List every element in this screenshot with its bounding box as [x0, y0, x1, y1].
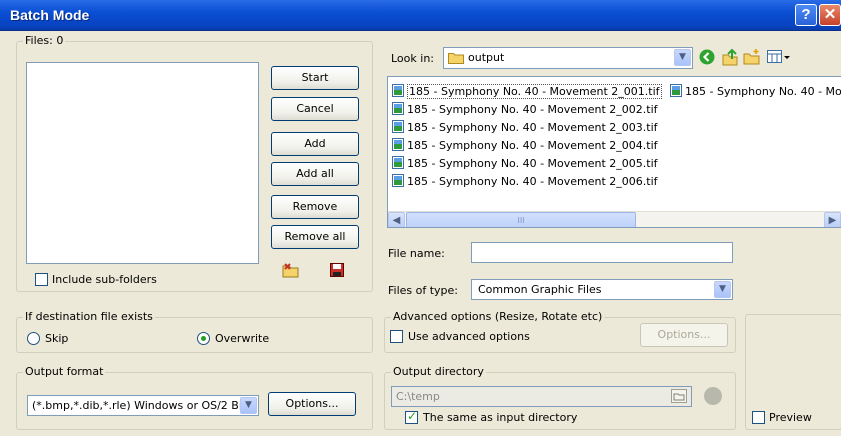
scroll-thumb[interactable]: III	[406, 212, 636, 227]
files-count-label: Files: 0	[23, 34, 66, 47]
up-folder-icon[interactable]	[721, 48, 739, 70]
status-indicator-icon	[704, 387, 722, 405]
file-item[interactable]: 185 - Symphony No. 40 - Movement 2_005.t…	[392, 155, 658, 173]
output-format-options-button[interactable]: Options...	[268, 392, 356, 416]
destination-group-label: If destination file exists	[23, 310, 155, 323]
window-title: Batch Mode	[10, 7, 90, 23]
output-format-label: Output format	[23, 365, 106, 378]
add-all-button[interactable]: Add all	[271, 162, 359, 186]
chevron-down-icon[interactable]: ▼	[714, 281, 731, 298]
look-in-combo[interactable]: output ▼	[443, 47, 693, 69]
file-item[interactable]: 185 - Symphony No. 40 - Mo	[670, 83, 841, 101]
horizontal-scrollbar[interactable]: ◀ III ▶	[388, 211, 841, 227]
destination-group: If destination file exists	[16, 310, 373, 353]
output-directory-value: C:\temp	[396, 390, 440, 403]
file-name-label: File name:	[388, 247, 445, 260]
cancel-button[interactable]: Cancel	[271, 97, 359, 121]
file-item[interactable]: 185 - Symphony No. 40 - Movement 2_006.t…	[392, 173, 658, 191]
help-button[interactable]: ?	[795, 4, 817, 26]
new-folder-icon[interactable]	[743, 48, 761, 70]
skip-radio[interactable]	[27, 332, 40, 345]
chevron-down-icon[interactable]: ▼	[674, 49, 691, 66]
use-advanced-checkbox[interactable]	[390, 330, 403, 343]
file-item[interactable]: 185 - Symphony No. 40 - Movement 2_002.t…	[392, 101, 658, 119]
files-of-type-label: Files of type:	[388, 284, 459, 297]
advanced-group-label: Advanced options (Resize, Rotate etc)	[391, 310, 605, 323]
skip-label: Skip	[45, 332, 69, 345]
output-format-select[interactable]: (*.bmp,*.dib,*.rle) Windows or OS/2 Bitr…	[27, 395, 259, 416]
file-browser-list[interactable]: 185 - Symphony No. 40 - Movement 2_001.t…	[387, 76, 841, 228]
preview-label: Preview	[769, 411, 812, 424]
back-icon[interactable]	[699, 49, 715, 69]
remove-all-button[interactable]: Remove all	[271, 225, 359, 249]
overwrite-label: Overwrite	[215, 332, 270, 345]
use-advanced-label: Use advanced options	[408, 330, 530, 343]
files-of-type-value: Common Graphic Files	[478, 283, 602, 296]
browse-folder-icon[interactable]	[671, 389, 687, 406]
output-directory-input[interactable]: C:\temp	[391, 386, 692, 407]
same-as-input-checkbox[interactable]: ✓	[405, 409, 418, 424]
include-subfolders-checkbox[interactable]	[35, 273, 48, 286]
file-name-input[interactable]	[471, 242, 733, 263]
image-file-icon	[392, 84, 404, 97]
image-file-icon	[392, 156, 404, 169]
advanced-options-button[interactable]: Options...	[640, 323, 728, 347]
save-list-icon[interactable]	[330, 263, 344, 281]
output-directory-label: Output directory	[391, 365, 486, 378]
start-button[interactable]: Start	[271, 66, 359, 90]
image-file-icon	[670, 84, 682, 97]
image-file-icon	[392, 138, 404, 151]
image-file-icon	[392, 102, 404, 115]
close-button[interactable]: ✕	[819, 4, 841, 26]
file-item[interactable]: 185 - Symphony No. 40 - Movement 2_003.t…	[392, 119, 658, 137]
open-folder-list-icon[interactable]	[282, 262, 300, 282]
scroll-right-icon[interactable]: ▶	[824, 212, 841, 227]
add-button[interactable]: Add	[271, 132, 359, 156]
files-listbox[interactable]	[26, 62, 259, 264]
image-file-icon	[392, 120, 404, 133]
preview-checkbox[interactable]	[752, 411, 765, 424]
title-bar: Batch Mode ? ✕	[0, 0, 841, 31]
folder-icon	[448, 51, 464, 68]
chevron-down-icon[interactable]: ▼	[240, 397, 257, 414]
file-item[interactable]: 185 - Symphony No. 40 - Movement 2_001.t…	[392, 83, 662, 101]
image-file-icon	[392, 174, 404, 187]
files-of-type-select[interactable]: Common Graphic Files ▼	[471, 279, 733, 300]
look-in-value: output	[468, 51, 505, 64]
view-menu-icon[interactable]	[767, 49, 791, 69]
file-item[interactable]: 185 - Symphony No. 40 - Movement 2_004.t…	[392, 137, 658, 155]
same-as-input-label: The same as input directory	[423, 411, 578, 424]
look-in-label: Look in:	[391, 52, 434, 65]
output-format-value: (*.bmp,*.dib,*.rle) Windows or OS/2 Bitr	[32, 399, 251, 412]
scroll-left-icon[interactable]: ◀	[388, 212, 405, 227]
remove-button[interactable]: Remove	[271, 195, 359, 219]
include-subfolders-label: Include sub-folders	[52, 273, 157, 286]
overwrite-radio[interactable]	[197, 332, 210, 345]
